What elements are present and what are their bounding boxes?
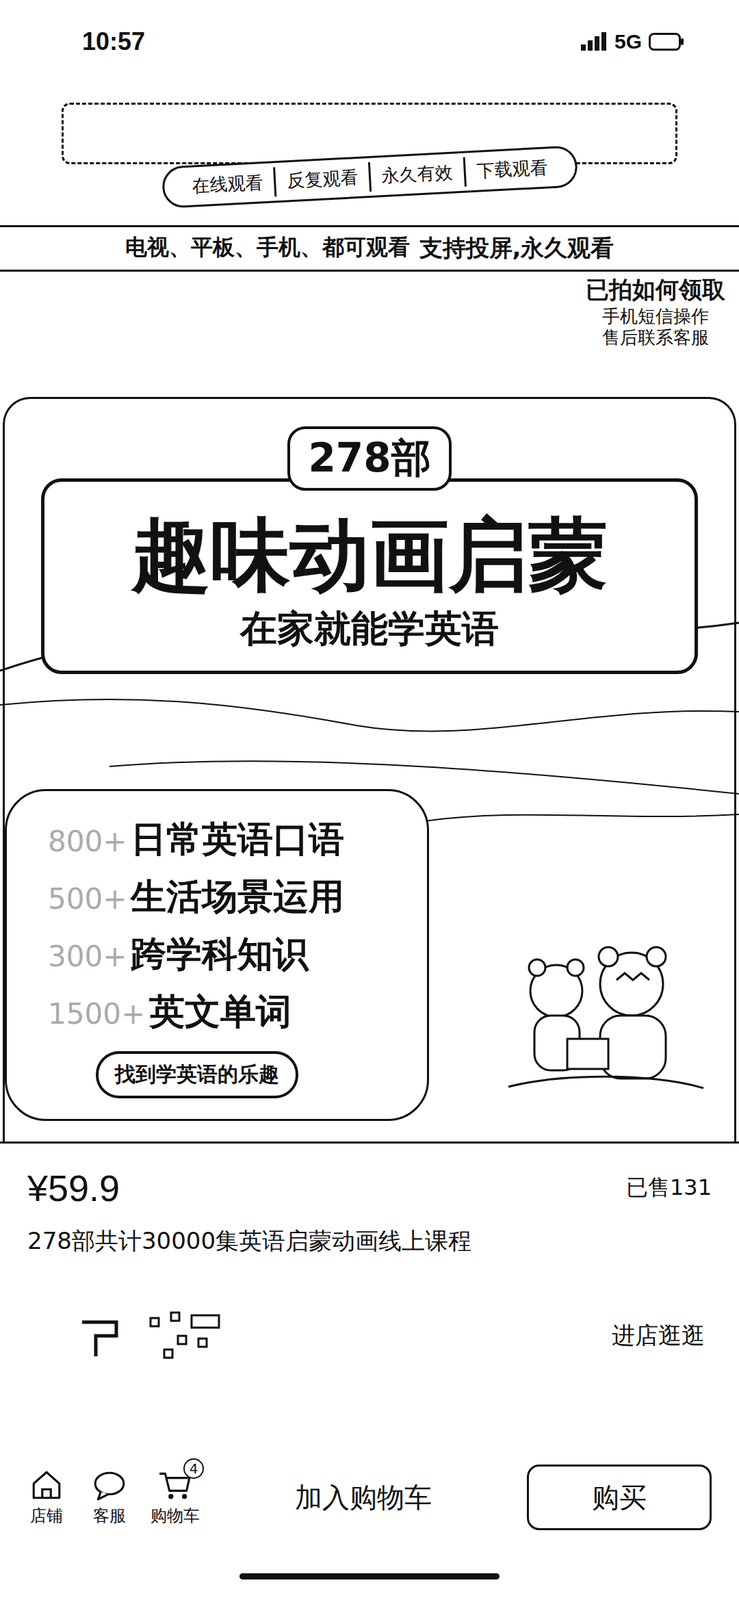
home-icon [29,1467,64,1502]
feature-item: 800+日常英语口语 [47,815,414,864]
devices-text: 电视、平板、手机、都可观看 [125,232,410,265]
feature-label: 日常英语口语 [130,815,345,864]
headline: 趣味动画启蒙 [51,509,688,601]
bar-item[interactable]: 4购物车 [150,1467,200,1527]
feature-item: 500+生活场景运用 [47,873,414,922]
tag: 永久有效 [367,157,464,192]
chat-icon [92,1467,127,1502]
home-indicator [239,1573,500,1580]
tag: 反复观看 [273,162,370,197]
feature-count: 1500+ [47,996,146,1031]
store-logo-icon [75,1308,267,1364]
bar-item[interactable]: 客服 [87,1467,132,1527]
action-bar: 店铺客服4购物车加入购物车购买 [0,1442,739,1552]
headline-box: 趣味动画启蒙在家就能学英语 [41,478,698,674]
visit-store-link[interactable]: 进店逛逛 [611,1319,705,1352]
tag: 在线观看 [179,166,275,202]
feature-label: 生活场景运用 [130,873,345,922]
subtitle: 在家就能学英语 [51,604,688,655]
signal-icon [580,32,608,52]
price-section: ¥59.9 已售131 278部共计30000集英语启蒙动画线上课程 [0,1143,739,1264]
bar-label: 购物车 [150,1504,200,1527]
tag: 下载观看 [462,152,560,187]
claim-box: 已拍如何领取手机短信操作售后联系客服 [577,271,734,352]
store-row[interactable]: 进店逛逛 [0,1291,739,1381]
count-pill: 278部 [287,426,451,491]
battery-icon [648,32,685,51]
bears-icon [501,936,707,1101]
product-page: 10:57 5G 在线观看反复观看永久有效下载观看电视、平板、手机、都可观看支持投屏… [0,0,739,1600]
feature-label: 跨学科知识 [130,930,309,979]
product-title: 278部共计30000集英语启蒙动画线上课程 [27,1225,712,1257]
feature-count: 300+ [47,939,127,974]
bar-label: 客服 [93,1504,126,1527]
claim-line: 售后联系客服 [585,327,726,349]
highlight-text: 支持投屏,永久观看 [419,232,615,265]
cart-badge: 4 [183,1458,204,1479]
add-to-cart-button[interactable]: 加入购物车 [220,1478,507,1517]
network-type: 5G [614,30,642,54]
feature-bubble: 800+日常英语口语500+生活场景运用300+跨学科知识1500+英文单词找到… [4,788,430,1121]
feature-label: 英文单词 [149,988,292,1036]
status-bar: 10:57 5G [0,27,739,57]
bar-item[interactable]: 店铺 [24,1467,69,1527]
tag-pill: 在线观看反复观看永久有效下载观看 [160,145,578,209]
devices-strip: 电视、平板、手机、都可观看支持投屏,永久观看 [0,225,739,272]
buy-button[interactable]: 购买 [526,1464,712,1531]
sold-count: 已售131 [626,1172,712,1203]
promo-card: 278部趣味动画启蒙在家就能学英语800+日常英语口语500+生活场景运用300… [2,396,737,1142]
price: ¥59.9 [27,1166,120,1210]
claim-title: 已拍如何领取 [585,274,726,306]
feature-item: 300+跨学科知识 [47,930,414,979]
claim-line: 手机短信操作 [585,305,726,328]
product-banner[interactable]: 10:57 5G 在线观看反复观看永久有效下载观看电视、平板、手机、都可观看支持投屏… [0,0,739,1144]
status-time: 10:57 [82,27,146,57]
title-decoration [61,102,678,165]
bar-label: 店铺 [30,1504,63,1527]
feature-count: 500+ [47,882,127,916]
feature-item: 1500+英文单词 [47,988,414,1036]
feature-count: 800+ [47,824,127,859]
cta-button[interactable]: 找到学英语的乐趣 [95,1051,299,1099]
